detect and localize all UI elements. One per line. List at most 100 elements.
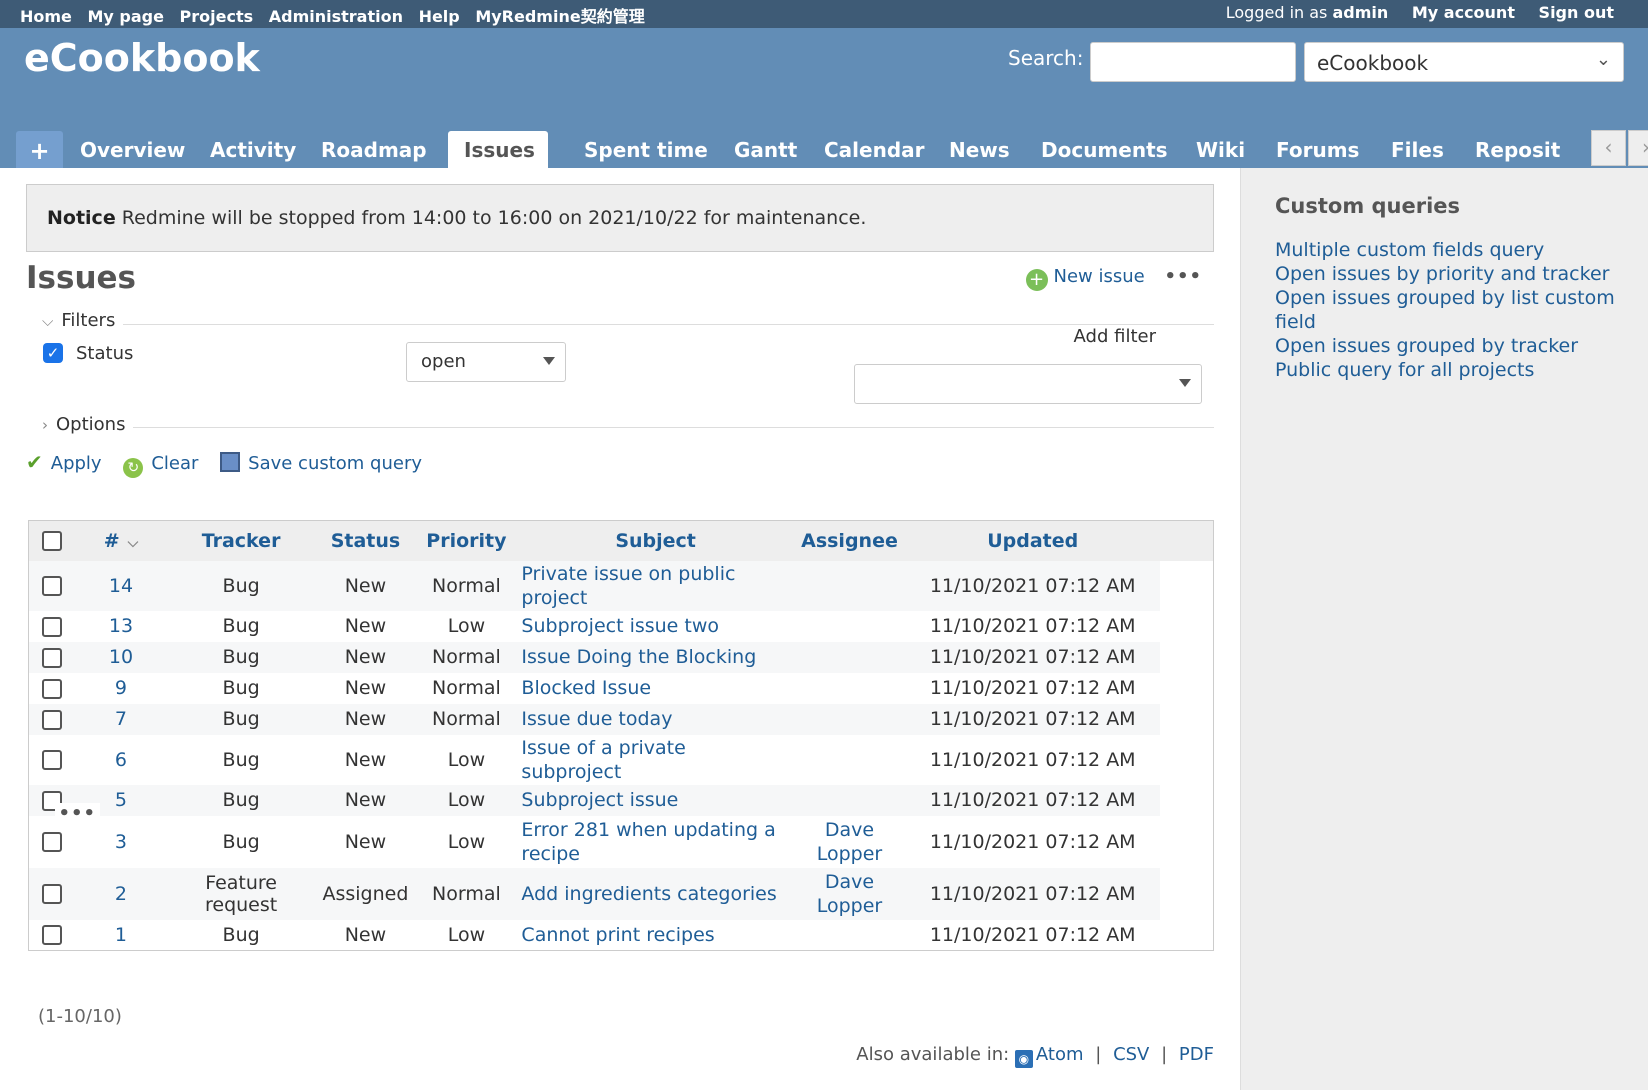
custom-query-item[interactable]: Open issues grouped by list custom field xyxy=(1275,286,1625,334)
save-query-button[interactable]: Save custom query xyxy=(220,452,422,474)
tab-documents[interactable]: Documents xyxy=(1025,131,1184,168)
tab-overview[interactable]: Overview xyxy=(64,131,201,168)
table-row[interactable]: 2 Feature request Assigned Normal Add ingred… xyxy=(28,802,1214,920)
tab-forums[interactable]: Forums xyxy=(1260,131,1375,168)
tab-gantt[interactable]: Gantt xyxy=(718,131,813,168)
column-priority-header[interactable]: Priority xyxy=(415,520,518,561)
custom-query-item[interactable]: Public query for all projects xyxy=(1275,358,1625,382)
row-checkbox[interactable] xyxy=(42,647,63,668)
issue-assignee[interactable]: Dave Lopper xyxy=(817,819,883,865)
apply-button[interactable]: ✔ Apply xyxy=(26,450,102,474)
sign-out-link[interactable]: Sign out xyxy=(1539,3,1614,22)
filters-legend[interactable]: ⌵ Filters xyxy=(26,310,124,331)
issue-subject[interactable]: Blocked Issue xyxy=(521,677,651,699)
issue-subject[interactable]: Add ingredients categories xyxy=(521,883,776,905)
tab-wiki[interactable]: Wiki xyxy=(1180,131,1261,168)
project-jump-select[interactable]: eCookbook ⌄ xyxy=(1304,42,1624,82)
custom-query-item[interactable]: Open issues by priority and tracker xyxy=(1275,262,1625,286)
table-row[interactable]: 6 Bug New Low Issue of a private subproject 1… xyxy=(28,734,1214,824)
top-menu-myredmine[interactable]: MyRedmine契約管理 xyxy=(475,7,644,26)
column-subject-header[interactable]: Subject xyxy=(517,520,794,561)
issue-id[interactable]: 2 xyxy=(115,883,127,905)
issue-id[interactable]: 14 xyxy=(109,575,133,597)
row-checkbox[interactable] xyxy=(42,884,63,904)
issue-id[interactable]: 13 xyxy=(109,615,133,637)
top-menu-my-page[interactable]: My page xyxy=(87,7,163,26)
issue-subject[interactable]: Cannot print recipes xyxy=(521,924,714,946)
new-object-tab[interactable]: + xyxy=(16,131,63,168)
my-account-link[interactable]: My account xyxy=(1412,3,1515,22)
tab-spent-time[interactable]: Spent time xyxy=(568,131,724,168)
top-menu-help[interactable]: Help xyxy=(419,7,460,26)
column-status-header[interactable]: Status xyxy=(315,520,416,561)
logged-user-link[interactable]: admin xyxy=(1332,3,1388,22)
issue-id[interactable]: 7 xyxy=(115,708,127,730)
column-id-header[interactable]: # ⌵ xyxy=(75,520,167,561)
custom-query-link[interactable]: Open issues grouped by list custom field xyxy=(1275,287,1615,333)
table-row[interactable]: 14 Bug New Normal Private issue on public pr… xyxy=(28,560,1214,824)
issue-subject[interactable]: Issue Doing the Blocking xyxy=(521,646,756,668)
issue-assignee[interactable]: Dave Lopper xyxy=(817,871,883,917)
row-checkbox[interactable] xyxy=(42,925,63,946)
pdf-link[interactable]: PDF xyxy=(1179,1044,1214,1065)
add-filter-select[interactable] xyxy=(854,364,1202,404)
row-checkbox[interactable] xyxy=(42,750,63,770)
custom-query-link[interactable]: Multiple custom fields query xyxy=(1275,239,1544,261)
issue-id[interactable]: 3 xyxy=(115,831,127,853)
tabs-scroll-left-icon[interactable]: ‹ xyxy=(1591,130,1626,166)
table-row[interactable]: 13 Bug New Low Subproject issue two 11/10/202… xyxy=(28,610,1214,824)
column-assignee-header[interactable]: Assignee xyxy=(793,520,906,561)
table-row[interactable]: 9 Bug New Normal Blocked Issue 11/10/2021 07:… xyxy=(28,672,1214,824)
clear-button[interactable]: ↻ Clear xyxy=(123,453,198,478)
row-checkbox[interactable] xyxy=(42,616,63,637)
issue-subject[interactable]: Error 281 when updating a recipe xyxy=(521,819,775,865)
tab-activity[interactable]: Activity xyxy=(194,131,312,168)
top-menu-home[interactable]: Home xyxy=(20,7,72,26)
custom-query-link[interactable]: Open issues by priority and tracker xyxy=(1275,263,1609,285)
issue-subject[interactable]: Issue of a private subproject xyxy=(521,737,685,783)
tabs-scroll-right-icon[interactable]: › xyxy=(1628,130,1648,166)
row-context-menu-icon[interactable]: ••• xyxy=(59,803,97,824)
table-row[interactable]: 7 Bug New Normal Issue due today 11/10/2021 0… xyxy=(28,703,1214,824)
row-checkbox[interactable] xyxy=(42,832,63,852)
row-checkbox[interactable] xyxy=(42,709,63,730)
issue-id[interactable]: 10 xyxy=(109,646,133,668)
tab-issues[interactable]: Issues xyxy=(448,131,548,168)
issue-subject[interactable]: Issue due today xyxy=(521,708,672,730)
column-tracker-header[interactable]: Tracker xyxy=(166,520,316,561)
table-row[interactable]: 3 Bug New Low Error 281 when updating a reci… xyxy=(28,802,1214,868)
issue-subject[interactable]: Private issue on public project xyxy=(521,563,735,609)
more-actions-icon[interactable]: ••• xyxy=(1164,266,1202,287)
search-input[interactable] xyxy=(1090,42,1296,82)
issue-subject[interactable]: Subproject issue xyxy=(521,789,678,811)
issue-id[interactable]: 1 xyxy=(115,924,127,946)
tab-news[interactable]: News xyxy=(933,131,1026,168)
issue-id[interactable]: 9 xyxy=(115,677,127,699)
status-filter-checkbox[interactable]: ✓ xyxy=(43,343,63,363)
select-all-checkbox[interactable] xyxy=(42,531,63,552)
issue-subject[interactable]: Subproject issue two xyxy=(521,615,719,637)
column-updated-header[interactable]: Updated xyxy=(905,520,1161,561)
custom-query-link[interactable]: Open issues grouped by tracker xyxy=(1275,335,1578,357)
csv-link[interactable]: CSV xyxy=(1113,1044,1149,1065)
top-menu-administration[interactable]: Administration xyxy=(269,7,403,26)
status-operator-select[interactable]: open xyxy=(406,342,566,382)
project-title[interactable]: eCookbook xyxy=(24,36,260,80)
issue-id[interactable]: 6 xyxy=(115,749,127,771)
custom-query-item[interactable]: Multiple custom fields query xyxy=(1275,238,1625,262)
tab-calendar[interactable]: Calendar xyxy=(808,131,941,168)
issue-id[interactable]: 5 xyxy=(115,789,127,811)
custom-query-item[interactable]: Open issues grouped by tracker xyxy=(1275,334,1625,358)
row-checkbox[interactable] xyxy=(42,576,63,596)
table-row[interactable]: 10 Bug New Normal Issue Doing the Blocking 11… xyxy=(28,641,1214,824)
table-row[interactable]: 5 Bug New Low Subproject issue 11/10/2021 07:… xyxy=(28,784,1214,824)
new-issue-link[interactable]: New issue xyxy=(1054,266,1145,287)
options-legend[interactable]: › Options xyxy=(26,414,134,435)
tab-roadmap[interactable]: Roadmap xyxy=(305,131,443,168)
table-row[interactable]: 1 Bug New Low Cannot print recipes 11/10/2021… xyxy=(28,802,1214,951)
atom-link[interactable]: Atom xyxy=(1036,1044,1084,1065)
tab-files[interactable]: Files xyxy=(1375,131,1460,168)
tab-repository[interactable]: Reposit xyxy=(1459,131,1592,168)
top-menu-projects[interactable]: Projects xyxy=(180,7,254,26)
row-checkbox[interactable] xyxy=(42,678,63,699)
